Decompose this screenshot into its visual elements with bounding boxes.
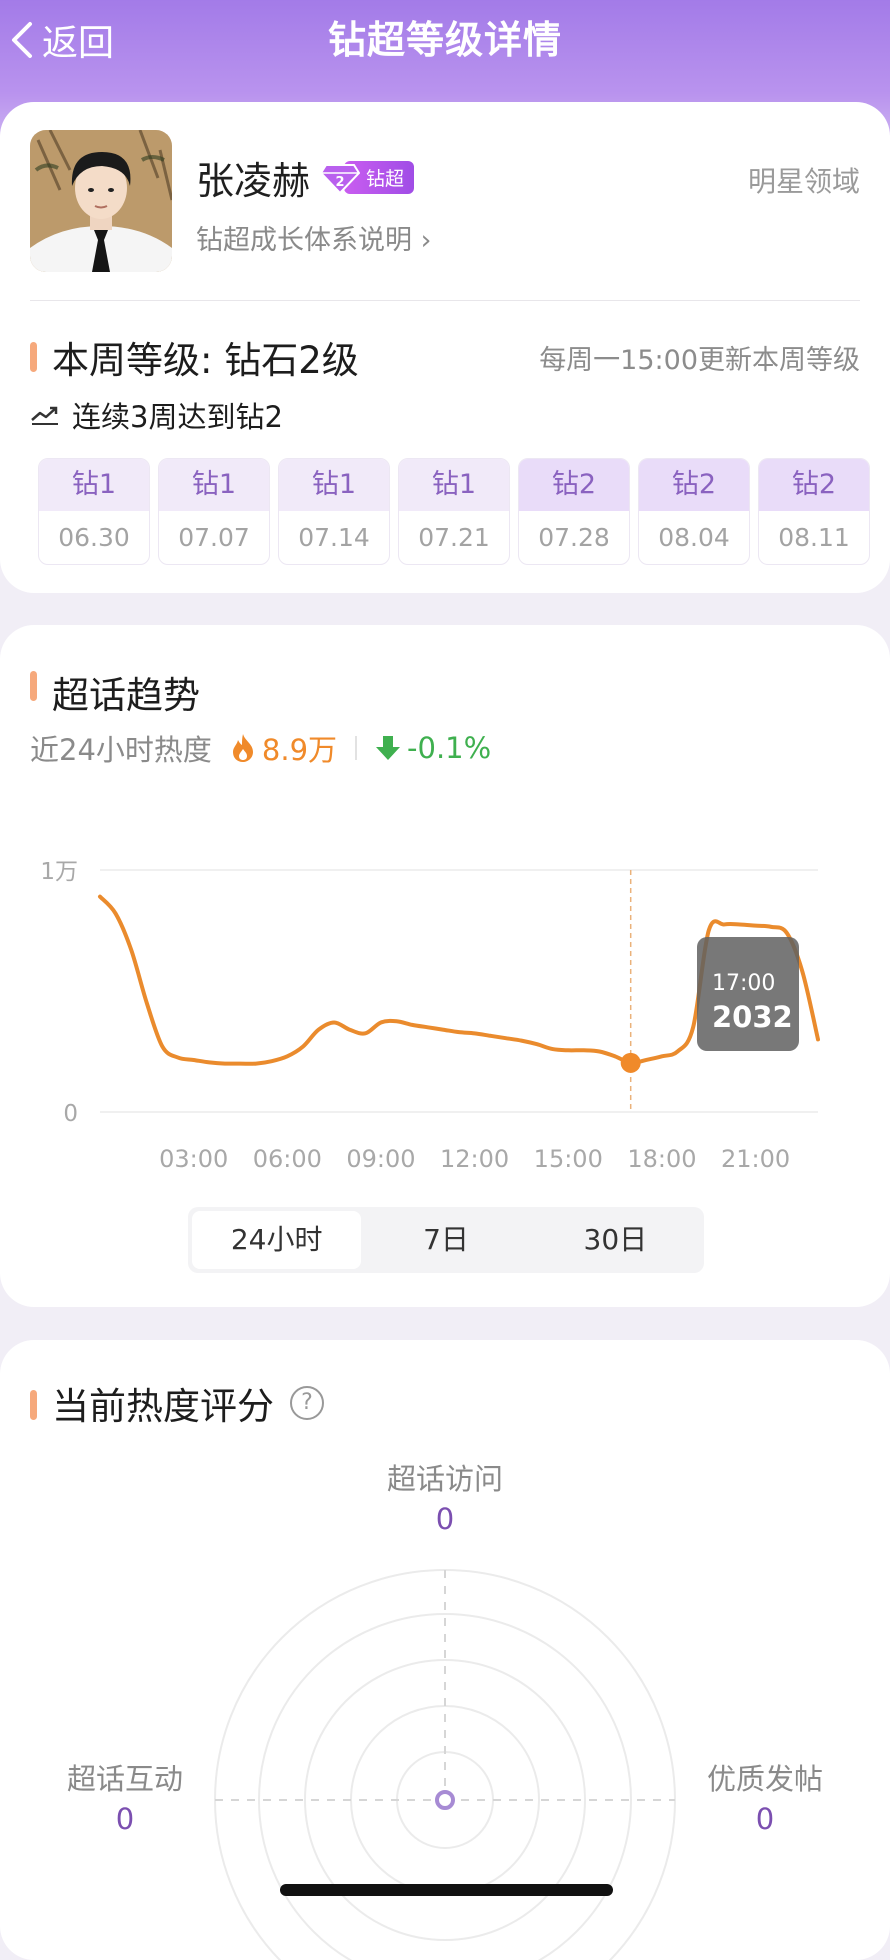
- profile-name: 张凌赫: [196, 159, 311, 203]
- avatar[interactable]: [30, 130, 172, 272]
- section-accent-bar: [30, 671, 37, 701]
- week-date: 07.21: [418, 523, 490, 552]
- streak-text: 连续3周达到钻2: [72, 400, 283, 434]
- trend-up-icon: [31, 406, 58, 425]
- trend-title: 超话趋势: [52, 674, 200, 717]
- flame-icon: [232, 734, 253, 762]
- week-level: 钻2: [519, 459, 629, 511]
- divider: [30, 300, 860, 301]
- x-tick-label: 21:00: [721, 1145, 790, 1173]
- score-card: 当前热度评分 ? 超话访问 0 超话互动 0 优质发帖 0: [0, 1340, 890, 1960]
- week-date: 07.28: [538, 523, 610, 552]
- diamond-badge: 2 钻超: [320, 161, 415, 195]
- week-item: 钻1 06.30: [38, 458, 150, 565]
- x-tick-label: 03:00: [159, 1145, 228, 1173]
- score-title: 当前热度评分: [52, 1385, 274, 1428]
- radar-axis-label: 优质发帖: [706, 1762, 823, 1796]
- week-level: 钻1: [159, 459, 269, 511]
- page-title: 钻超等级详情: [327, 18, 562, 62]
- radar-axis-label: 超话访问: [386, 1462, 503, 1496]
- week-item: 钻1 07.14: [278, 458, 390, 565]
- weekly-level-list: 钻1 06.30 钻1 07.07 钻1 07.14 钻1 07.21 钻2 07.28 …: [38, 458, 870, 565]
- x-tick-label: 18:00: [627, 1145, 696, 1173]
- week-date: 07.14: [298, 523, 370, 552]
- week-item: 钻1 07.07: [158, 458, 270, 565]
- week-date: 06.30: [58, 523, 130, 552]
- x-tick-label: 12:00: [440, 1145, 509, 1173]
- help-icon[interactable]: ?: [290, 1386, 324, 1420]
- time-range-tabs: 24小时 7日 30日: [188, 1207, 704, 1273]
- home-indicator[interactable]: [280, 1884, 613, 1896]
- current-week-level: 本周等级: 钻石2级: [52, 339, 359, 382]
- week-level: 钻2: [639, 459, 749, 511]
- week-level: 钻1: [279, 459, 389, 511]
- arrow-down-icon: [376, 736, 401, 760]
- tab-24h[interactable]: 24小时: [192, 1211, 362, 1269]
- divider: [355, 736, 358, 760]
- week-date: 08.04: [658, 523, 730, 552]
- week-date: 07.07: [178, 523, 250, 552]
- realm-label: 明星领域: [747, 165, 860, 198]
- y-tick-label: 1万: [40, 859, 78, 885]
- heat-trend-chart: 1万 0 03:00 06:00 09:00 12:00 15:00 18:00 21:00 17…: [40, 859, 820, 1173]
- profile-name-row: 张凌赫 2 钻超: [196, 150, 415, 205]
- growth-system-link[interactable]: 钻超成长体系说明 ›: [196, 218, 431, 257]
- trend-card: 超话趋势 近24小时热度 8.9万 -0.1% 1万 0 03:00 06:00 09:…: [0, 625, 890, 1307]
- svg-text:2: 2: [335, 175, 344, 190]
- radar-chart: [214, 1569, 676, 1960]
- heat-summary: 近24小时热度 8.9万 -0.1%: [30, 727, 491, 769]
- heat-value: 8.9万: [261, 733, 338, 767]
- x-tick-label: 09:00: [346, 1145, 415, 1173]
- heat-change: -0.1%: [407, 731, 492, 765]
- x-tick-label: 06:00: [253, 1145, 322, 1173]
- tooltip-value: 2032: [712, 1000, 793, 1034]
- week-level: 钻1: [399, 459, 509, 511]
- radar-axis-value: 0: [115, 1802, 135, 1836]
- data-point: [620, 1052, 641, 1073]
- radar-center-point: [435, 1790, 455, 1810]
- diamond-icon: 2: [320, 163, 361, 194]
- radar-axis-value: 0: [755, 1802, 775, 1836]
- week-item: 钻2 08.04: [638, 458, 750, 565]
- week-date: 08.11: [778, 523, 850, 552]
- section-accent-bar: [30, 1390, 37, 1420]
- week-item: 钻1 07.21: [398, 458, 510, 565]
- y-tick-label: 0: [63, 1101, 78, 1127]
- heat-label: 近24小时热度: [30, 733, 212, 767]
- radar-axis-value: 0: [435, 1502, 455, 1536]
- update-note: 每周一15:00更新本周等级: [539, 345, 860, 376]
- score-title-row: 当前热度评分 ?: [52, 1376, 324, 1430]
- tooltip-time: 17:00: [712, 971, 775, 996]
- section-accent-bar: [30, 342, 37, 372]
- week-level: 钻1: [39, 459, 149, 511]
- level-card: 张凌赫 2 钻超 钻超成长体系说明 › 明星领域 本周等级: 钻石2级 每周一1…: [0, 102, 890, 593]
- radar-axis-label: 超话互动: [66, 1762, 183, 1796]
- week-level: 钻2: [759, 459, 869, 511]
- x-tick-label: 15:00: [534, 1145, 603, 1173]
- streak-row: 连续3周达到钻2: [30, 394, 283, 436]
- week-item: 钻2 08.11: [758, 458, 870, 565]
- tab-7d[interactable]: 7日: [361, 1211, 530, 1269]
- tab-30d[interactable]: 30日: [531, 1211, 700, 1269]
- week-item: 钻2 07.28: [518, 458, 630, 565]
